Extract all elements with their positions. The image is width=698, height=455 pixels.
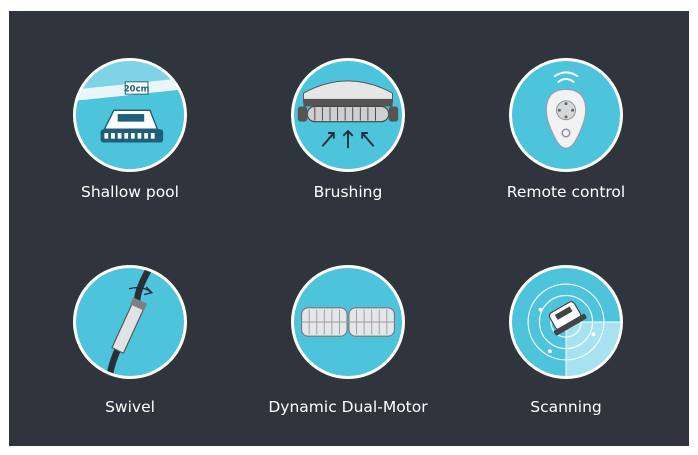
- remote-control-label: Remote control: [506, 183, 626, 201]
- scanning-icon: [509, 265, 623, 379]
- dual-motor-label: Dynamic Dual-Motor: [268, 398, 428, 416]
- pool-depth-text: 20cm: [124, 84, 150, 94]
- shallow-pool-label: Shallow pool: [81, 183, 179, 201]
- remote-control-icon: [509, 58, 623, 172]
- scanning-label: Scanning: [530, 398, 602, 416]
- shallow-pool-icon: 20cm: [73, 58, 187, 172]
- features-panel: 20cm Shallow pool Brushing Remote contro…: [9, 11, 689, 446]
- brushing-label: Brushing: [313, 183, 383, 201]
- brushing-icon: [291, 58, 405, 172]
- swivel-icon: [73, 265, 187, 379]
- dual-motor-icon: [291, 265, 405, 379]
- swivel-label: Swivel: [105, 398, 155, 416]
